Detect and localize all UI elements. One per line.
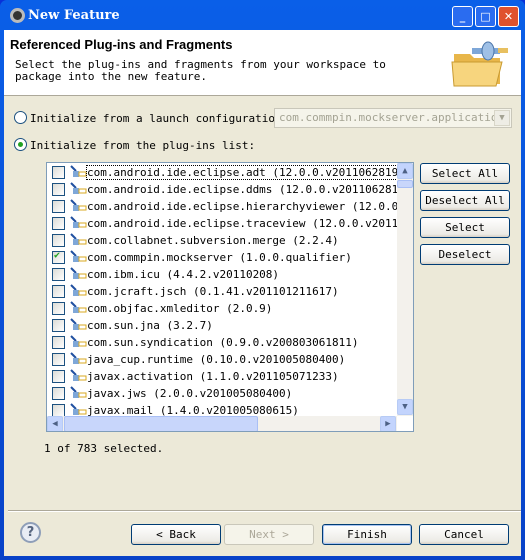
plugin-label: javax.jws (2.0.0.v201005080400) (87, 387, 293, 400)
plugin-label: com.jcraft.jsch (0.1.41.v201101211617) (87, 285, 339, 298)
next-button[interactable]: Next > (224, 524, 314, 545)
plugin-icon (70, 233, 87, 245)
plugin-checkbox[interactable] (52, 353, 65, 366)
plugin-label: com.android.ide.eclipse.hierarchyviewer … (87, 200, 397, 213)
plugin-checkbox[interactable] (52, 319, 65, 332)
list-item[interactable]: com.android.ide.eclipse.adt (12.0.0.v201… (47, 164, 397, 181)
dialog-content: Referenced Plug-ins and Fragments Select… (4, 30, 521, 556)
scroll-up-button[interactable]: ▲ (397, 163, 413, 179)
plugin-label: com.android.ide.eclipse.ddms (12.0.0.v20… (87, 183, 397, 196)
plugin-checkbox[interactable] (52, 302, 65, 315)
plugin-icon (70, 199, 87, 211)
page-description: Select the plug-ins and fragments from y… (15, 58, 386, 83)
plugin-icon (70, 335, 87, 347)
plugins-list[interactable]: javax.mail (1.4.0.v201005080615) javax.j… (46, 162, 414, 432)
plugin-checkbox[interactable] (52, 217, 65, 230)
chevron-down-icon[interactable]: ▼ (494, 110, 510, 126)
plugin-label: com.objfac.xmleditor (2.0.9) (87, 302, 273, 315)
finish-button[interactable]: Finish (322, 524, 412, 545)
list-item[interactable]: com.jcraft.jsch (0.1.41.v201101211617) (47, 283, 397, 300)
list-item[interactable]: com.ibm.icu (4.4.2.v20110208) (47, 266, 397, 283)
list-item[interactable]: com.objfac.xmleditor (2.0.9) (47, 300, 397, 317)
title-bar: New Feature (4, 0, 521, 30)
plugin-checkbox[interactable] (52, 370, 65, 383)
plugin-label: com.commpin.mockserver (1.0.0.qualifier) (87, 251, 352, 264)
plugin-icon (70, 403, 87, 415)
selection-status: 1 of 783 selected. (44, 442, 164, 455)
dialog-window: New Feature _ □ ✕ Referenced Plug-ins an… (0, 0, 525, 560)
plugin-icon (70, 216, 87, 228)
list-item[interactable]: javax.jws (2.0.0.v201005080400) (47, 385, 397, 402)
horizontal-scrollbar[interactable]: ◀ ▶ (47, 416, 397, 431)
plugin-label: com.android.ide.eclipse.adt (12.0.0.v201… (85, 165, 397, 180)
plugin-checkbox[interactable] (52, 200, 65, 213)
plugin-checkbox[interactable] (52, 336, 65, 349)
list-item[interactable]: com.android.ide.eclipse.ddms (12.0.0.v20… (47, 181, 397, 198)
scroll-right-button[interactable]: ▶ (380, 416, 396, 431)
plugin-label: com.collabnet.subversion.merge (2.2.4) (87, 234, 339, 247)
deselect-all-button[interactable]: Deselect All (420, 190, 510, 211)
plugin-icon (70, 250, 87, 262)
plugin-checkbox[interactable] (52, 234, 65, 247)
list-item[interactable]: javax.activation (1.1.0.v201105071233) (47, 368, 397, 385)
list-item[interactable]: com.android.ide.eclipse.hierarchyviewer … (47, 198, 397, 215)
list-item[interactable]: com.collabnet.subversion.merge (2.2.4) (47, 232, 397, 249)
window-title: New Feature (28, 8, 120, 23)
page-title: Referenced Plug-ins and Fragments (10, 37, 233, 52)
plugins-list-label[interactable]: Initialize from the plug-ins list: (30, 139, 255, 152)
plugin-icon (70, 318, 87, 330)
folder-plugin-icon (451, 41, 508, 87)
close-button[interactable]: ✕ (498, 6, 519, 27)
plugin-checkbox[interactable] (52, 268, 65, 281)
plugin-label: java_cup.runtime (0.10.0.v201005080400) (87, 353, 346, 366)
launch-config-radio[interactable] (14, 111, 27, 124)
help-icon[interactable]: ? (20, 522, 41, 543)
plugin-icon (70, 369, 87, 381)
footer-divider (8, 510, 521, 512)
list-item[interactable]: com.android.ide.eclipse.traceview (12.0.… (47, 215, 397, 232)
plugin-checkbox[interactable] (52, 285, 65, 298)
eclipse-icon (10, 8, 25, 23)
wizard-header: Referenced Plug-ins and Fragments Select… (4, 30, 521, 96)
plugin-checkbox[interactable] (52, 166, 65, 179)
plugin-label: com.sun.syndication (0.9.0.v200803061811… (87, 336, 359, 349)
launch-config-combo[interactable]: com.commpin.mockserver.application ▼ (274, 108, 512, 128)
plugin-label: com.ibm.icu (4.4.2.v20110208) (87, 268, 280, 281)
plugin-icon (70, 352, 87, 364)
vertical-scrollbar[interactable]: ▲ ▼ (397, 163, 413, 416)
list-item[interactable]: com.commpin.mockserver (1.0.0.qualifier) (47, 249, 397, 266)
plugin-label: javax.activation (1.1.0.v201105071233) (87, 370, 339, 383)
maximize-button[interactable]: □ (475, 6, 496, 27)
list-item[interactable]: java_cup.runtime (0.10.0.v201005080400) (47, 351, 397, 368)
plugin-checkbox[interactable] (52, 183, 65, 196)
scroll-down-button[interactable]: ▼ (397, 399, 413, 415)
plugin-label: com.sun.jna (3.2.7) (87, 319, 213, 332)
plugin-label: com.android.ide.eclipse.traceview (12.0.… (87, 217, 397, 230)
plugin-checkbox[interactable] (52, 250, 65, 264)
plugin-icon (70, 301, 87, 313)
list-item[interactable]: com.sun.syndication (0.9.0.v200803061811… (47, 334, 397, 351)
minimize-button[interactable]: _ (452, 6, 473, 27)
launch-config-label[interactable]: Initialize from a launch configuration: (30, 112, 288, 125)
scroll-left-button[interactable]: ◀ (47, 416, 63, 431)
launch-config-value: com.commpin.mockserver.application (279, 111, 505, 124)
select-all-button[interactable]: Select All (420, 163, 510, 184)
vertical-scroll-thumb[interactable] (397, 180, 413, 188)
back-button[interactable]: < Back (131, 524, 221, 545)
plugin-icon (70, 165, 87, 177)
horizontal-scroll-thumb[interactable] (64, 416, 258, 431)
cancel-button[interactable]: Cancel (419, 524, 509, 545)
select-button[interactable]: Select (420, 217, 510, 238)
deselect-button[interactable]: Deselect (420, 244, 510, 265)
plugins-list-radio[interactable] (14, 138, 27, 151)
plugin-icon (70, 386, 87, 398)
plugin-icon (70, 284, 87, 296)
list-item[interactable]: com.sun.jna (3.2.7) (47, 317, 397, 334)
plugin-icon (70, 267, 87, 279)
plugin-checkbox[interactable] (52, 387, 65, 400)
plugin-icon (70, 182, 87, 194)
